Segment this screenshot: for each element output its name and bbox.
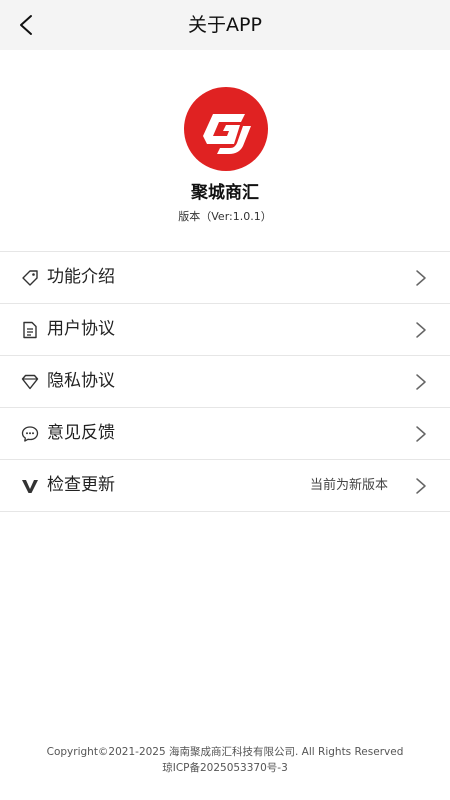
app-logo: [183, 86, 269, 172]
chevron-right-icon: [414, 477, 428, 495]
chevron-right-icon: [414, 425, 428, 443]
menu-item-feedback[interactable]: 意见反馈: [0, 408, 450, 460]
icp-license-link[interactable]: 琼ICP备2025053370号-3: [0, 760, 450, 776]
top-bar: 关于APP: [0, 0, 450, 50]
chevron-right-icon: [414, 373, 428, 391]
app-name: 聚城商汇: [191, 183, 259, 203]
page-title: 关于APP: [188, 14, 262, 36]
tag-icon: [20, 268, 40, 288]
menu-item-label: 检查更新: [47, 475, 115, 495]
document-icon: [20, 320, 40, 340]
menu-item-check-update[interactable]: 检查更新 当前为新版本: [0, 460, 450, 512]
menu-item-label: 意见反馈: [47, 423, 115, 443]
menu-item-label: 隐私协议: [47, 371, 115, 391]
app-version: 版本（Ver:1.0.1）: [178, 210, 272, 223]
chat-bubble-icon: [20, 424, 40, 444]
chevron-right-icon: [414, 269, 428, 287]
menu-item-label: 功能介绍: [47, 267, 115, 287]
footer: Copyright©2021-2025 海南聚成商汇科技有限公司. All Ri…: [0, 744, 450, 776]
copyright-text: Copyright©2021-2025 海南聚成商汇科技有限公司. All Ri…: [46, 746, 404, 758]
about-menu: 功能介绍 用户协议 隐私协议 意见反馈 检查更新 当前为新版本: [0, 251, 450, 512]
v-icon: [20, 476, 40, 496]
menu-item-features[interactable]: 功能介绍: [0, 252, 450, 304]
menu-item-label: 用户协议: [47, 319, 115, 339]
diamond-icon: [20, 372, 40, 392]
update-status-text: 当前为新版本: [309, 478, 388, 493]
chevron-right-icon: [414, 321, 428, 339]
menu-item-user-agreement[interactable]: 用户协议: [0, 304, 450, 356]
menu-item-privacy-policy[interactable]: 隐私协议: [0, 356, 450, 408]
